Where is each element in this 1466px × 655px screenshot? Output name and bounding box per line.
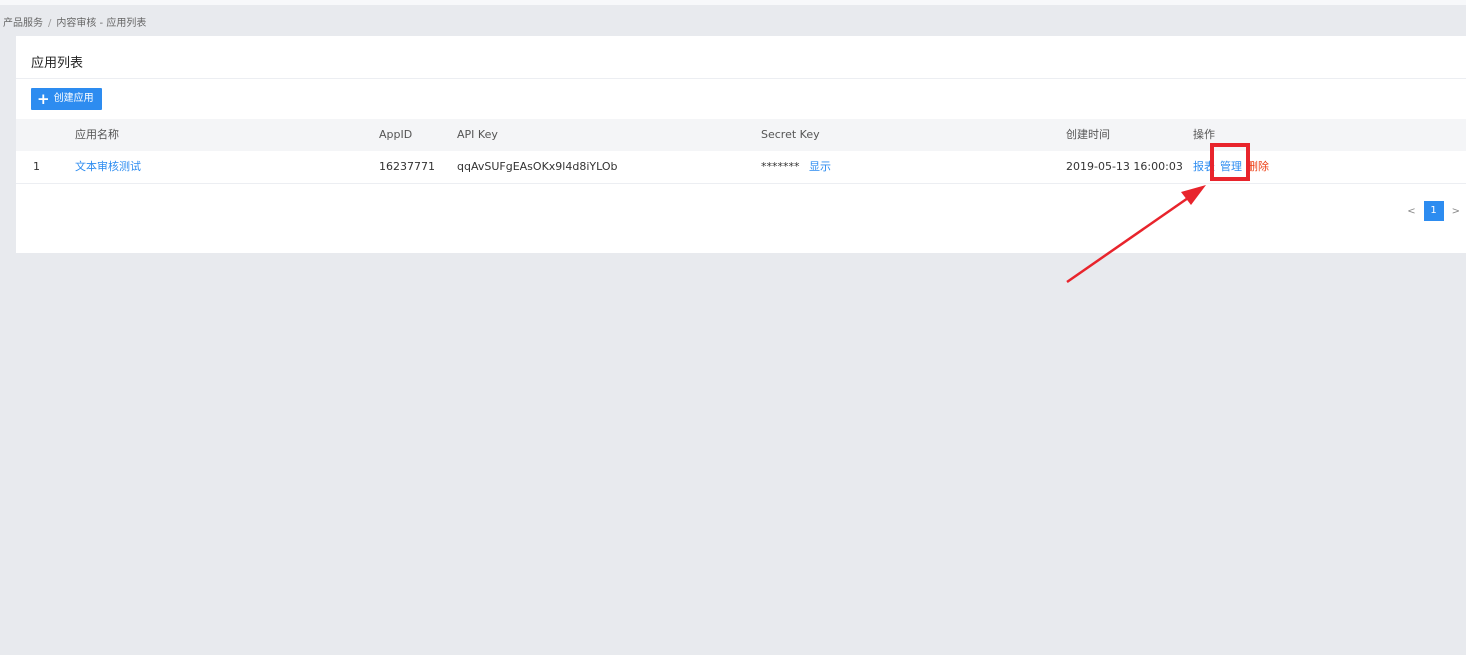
header-secret-key: Secret Key — [761, 128, 820, 141]
created-time-value: 2019-05-13 16:00:03 — [1066, 160, 1183, 173]
page-title: 应用列表 — [31, 56, 84, 71]
breadcrumb-current: 内容审核 - 应用列表 — [56, 18, 147, 29]
create-app-button[interactable]: + 创建应用 — [31, 88, 102, 110]
plus-icon: + — [37, 90, 50, 108]
annotation-highlight-box — [1210, 143, 1250, 181]
header-api-key: API Key — [457, 128, 498, 141]
delete-link[interactable]: 删除 — [1247, 151, 1269, 183]
breadcrumb-separator: / — [48, 18, 52, 29]
app-name-link[interactable]: 文本审核测试 — [75, 151, 141, 183]
header-app-name: 应用名称 — [75, 128, 119, 141]
breadcrumb: 产品服务 / 内容审核 - 应用列表 — [3, 14, 146, 29]
secret-key-cell: ******* 显示 — [761, 151, 831, 183]
appid-value: 16237771 — [379, 160, 435, 173]
show-secret-link[interactable]: 显示 — [809, 160, 831, 173]
create-app-label: 创建应用 — [53, 93, 94, 104]
secret-key-masked: ******* — [761, 160, 800, 173]
pagination: < 1 > — [1407, 201, 1460, 221]
prev-page-button[interactable]: < — [1407, 206, 1415, 217]
next-page-button[interactable]: > — [1452, 206, 1460, 217]
top-strip — [0, 0, 1466, 5]
api-key-value: qqAvSUFgEAsOKx9l4d8iYLOb — [457, 160, 618, 173]
divider — [16, 78, 1466, 79]
page-number-current[interactable]: 1 — [1423, 201, 1444, 221]
header-created-time: 创建时间 — [1066, 128, 1110, 141]
row-index: 1 — [33, 160, 40, 173]
breadcrumb-root[interactable]: 产品服务 — [3, 18, 43, 29]
header-appid: AppID — [379, 128, 413, 141]
